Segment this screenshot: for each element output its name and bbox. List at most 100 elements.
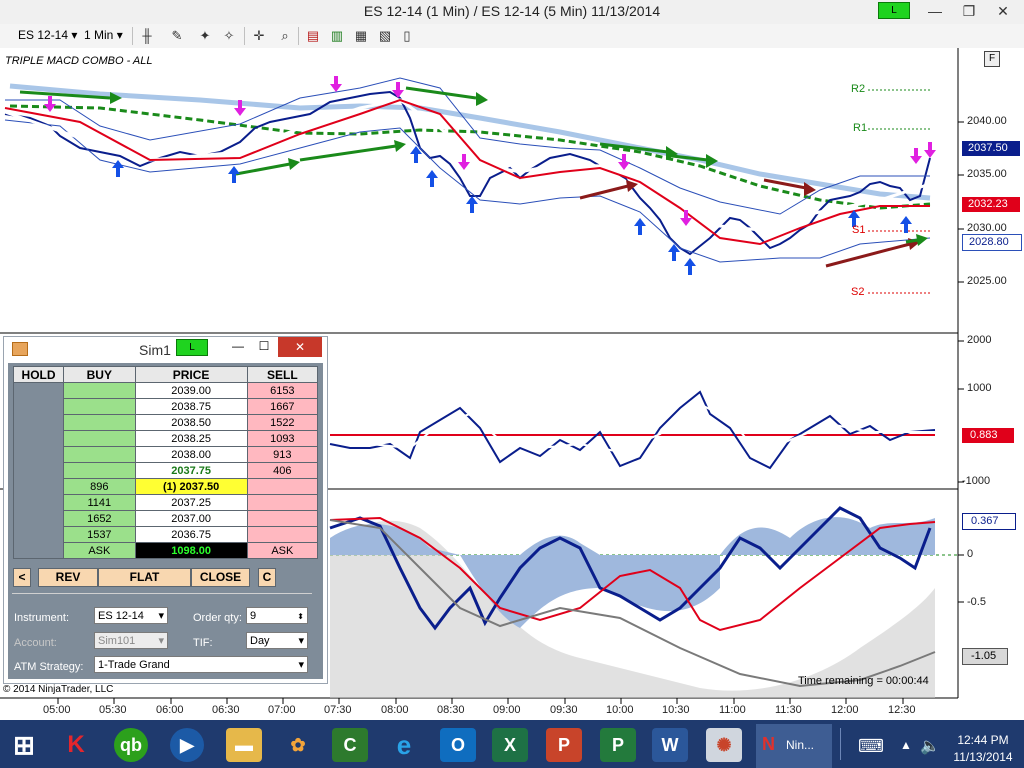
hold-header[interactable]: HOLD [12,366,65,383]
left-arrow-button[interactable]: < [13,568,31,587]
interval-selector-value: 1 Min [84,28,114,42]
keyboard-icon[interactable]: ⌨ [858,736,884,757]
dom-title-bar[interactable]: Sim1 L — ☐ ✕ [4,337,327,361]
price-cell: 2037.00 [134,510,248,527]
chart-trader-icon[interactable]: ▯ [398,27,416,44]
crosshair-tool-icon[interactable]: ✦ [196,27,214,44]
dom-window[interactable]: Sim1 L — ☐ ✕ HOLD BUY PRICE SELL 2039.00… [3,336,328,684]
buy-cell[interactable]: 896 [63,478,136,495]
powerpoint-icon[interactable]: P [546,728,582,762]
buy-cell[interactable]: 1537 [63,526,136,543]
publisher-icon[interactable]: P [600,728,636,762]
speaker-icon[interactable]: 🔈 [920,736,940,756]
interval-selector[interactable]: 1 Min ▾ [80,27,127,44]
sell-cell[interactable] [246,510,319,527]
instrument-field-value: ES 12-14 [98,610,144,622]
time-tick: 05:00 [43,704,71,716]
excel-icon[interactable]: X [492,728,528,762]
strategies-icon[interactable]: ▥ [328,27,346,44]
pane2-tick: 2000 [967,334,992,346]
flatten-button[interactable]: FLAT [98,568,191,587]
time-tick: 12:00 [831,704,859,716]
price-cell: 2038.25 [134,430,248,447]
internet-explorer-icon[interactable]: e [386,728,422,762]
order-qty-stepper[interactable]: 9 ⬍ [246,607,308,624]
pnl-cell: 1098.00 [134,542,248,559]
sell-cell[interactable] [246,478,319,495]
minimize-button[interactable]: — [918,0,952,22]
close-button[interactable]: ✕ [986,0,1020,22]
pane3-lower-tag: -1.05 [962,648,1008,665]
buy-cell[interactable] [63,462,136,479]
sell-cell[interactable] [246,526,319,543]
bar-type-icon[interactable]: ╫ [138,27,156,44]
dom-close-button[interactable]: ✕ [278,337,322,357]
c-button[interactable]: C [258,568,276,587]
buy-cell[interactable] [63,398,136,415]
buy-cell[interactable] [63,430,136,447]
dom-maximize-button[interactable]: ☐ [254,339,274,353]
tif-label: TIF: [193,637,213,649]
magnifier-icon[interactable]: ⌕ [276,27,294,44]
data-box-icon[interactable]: ▧ [376,27,394,44]
zoom-tool-icon[interactable]: ✧ [220,27,238,44]
atm-strategy-select[interactable]: 1-Trade Grand ▾ [94,656,308,673]
price-cell: 2039.00 [134,382,248,399]
ask-right-cell[interactable]: ASK [246,542,319,559]
paint-icon[interactable]: ✿ [280,728,316,762]
clock-time[interactable]: 12:44 PM [948,733,1018,747]
restore-button[interactable]: ❐ [952,0,986,22]
time-tick: 08:30 [437,704,465,716]
pencil-icon[interactable]: ✎ [168,27,186,44]
close-position-button[interactable]: CLOSE [191,568,250,587]
window-title: ES 12-14 (1 Min) / ES 12-14 (5 Min) 11/1… [363,3,661,19]
clock-date[interactable]: 11/13/2014 [948,750,1018,764]
quickbooks-icon[interactable]: qb [114,728,148,762]
globe-app-icon[interactable]: ✺ [706,728,742,762]
kaspersky-icon[interactable]: K [58,728,94,762]
price-header: PRICE [134,366,248,383]
copyright-label: © 2014 NinjaTrader, LLC [3,684,114,695]
instrument-selector[interactable]: ES 12-14 ▾ [14,27,81,44]
buy-cell[interactable] [63,446,136,463]
ladder-row[interactable]: 2039.00 6153 [12,382,319,559]
taskbar-divider [840,728,849,760]
sell-cell[interactable]: 1093 [246,430,319,447]
chart-properties-icon[interactable]: ▦ [352,27,370,44]
sell-cell[interactable]: 1667 [246,398,319,415]
media-player-icon[interactable]: ▶ [170,728,204,762]
outlook-icon[interactable]: O [440,728,476,762]
word-icon[interactable]: W [652,728,688,762]
buy-cell[interactable] [63,382,136,399]
tray-up-arrow-icon[interactable]: ▲ [900,738,912,752]
price-tick: 2025.00 [967,275,1007,287]
crosshair-icon[interactable]: ✛ [250,27,268,44]
tif-select[interactable]: Day ▾ [246,632,308,649]
stepper-arrows-icon[interactable]: ⬍ [297,608,307,625]
buy-cell[interactable]: 1652 [63,510,136,527]
ask-left-cell[interactable]: ASK [63,542,136,559]
sell-cell[interactable]: 406 [246,462,319,479]
ninjatrader-icon: N [762,734,775,754]
reverse-button[interactable]: REV [38,568,98,587]
chevron-down-icon: ▾ [298,635,304,647]
camtasia-icon[interactable]: C [332,728,368,762]
ninjatrader-taskbar-button[interactable]: N Nin... [756,724,832,768]
sell-cell[interactable]: 6153 [246,382,319,399]
sell-cell[interactable] [246,494,319,511]
dom-minimize-button[interactable]: — [228,339,248,353]
sell-cell[interactable]: 1522 [246,414,319,431]
indicators-icon[interactable]: ▤ [304,27,322,44]
atm-strategy-value: 1-Trade Grand [98,659,170,671]
chart-f-button[interactable]: F [984,51,1000,67]
buy-cell[interactable]: 1141 [63,494,136,511]
buy-cell[interactable] [63,414,136,431]
file-explorer-icon[interactable]: ▬ [226,728,262,762]
price-ladder[interactable]: HOLD BUY PRICE SELL 2039.00 6153 2038.75… [12,366,319,559]
sell-cell[interactable]: 913 [246,446,319,463]
windows-start-icon[interactable]: ⊞ [6,728,42,762]
pane2-tick: -1000 [962,475,991,487]
time-tick: 09:30 [550,704,578,716]
instrument-field[interactable]: ES 12-14 ▾ [94,607,168,624]
time-tick: 11:30 [775,704,802,716]
